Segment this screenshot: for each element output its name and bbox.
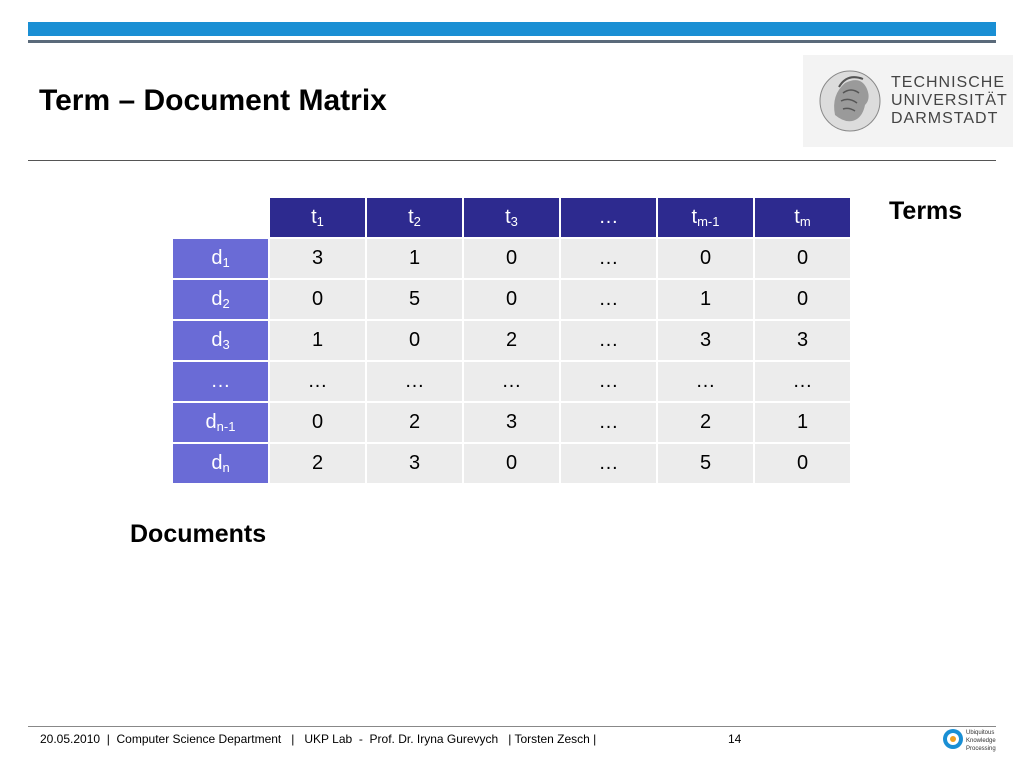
matrix-cell: 2 <box>462 319 561 362</box>
ukp-logo-text: Ubiquitous Knowledge Processing <box>966 729 996 753</box>
tu-darmstadt-logo: TECHNISCHE UNIVERSITÄT DARMSTADT <box>803 55 1013 147</box>
matrix-cell: … <box>559 319 658 362</box>
label-base: … <box>598 206 619 228</box>
matrix-cell: … <box>559 278 658 321</box>
matrix-cell: … <box>268 360 367 403</box>
label-base: d <box>211 452 223 474</box>
label-subscript: 1 <box>316 214 324 229</box>
matrix-row: d1 3 1 0… 0 0 <box>171 237 852 280</box>
row-header-document: d1 <box>171 237 270 280</box>
matrix-cell: 0 <box>753 237 852 280</box>
matrix-cell: 1 <box>753 401 852 444</box>
label-subscript: 1 <box>222 255 230 270</box>
matrix-cell: 3 <box>656 319 755 362</box>
matrix-cell: 3 <box>753 319 852 362</box>
matrix-cell: 1 <box>268 319 367 362</box>
label-base: d <box>211 247 223 269</box>
column-header-term: t2 <box>365 196 464 239</box>
athena-head-icon <box>819 70 881 132</box>
matrix-cell: … <box>365 360 464 403</box>
matrix-cell: 0 <box>268 278 367 321</box>
matrix-cell: 2 <box>365 401 464 444</box>
matrix-cell: … <box>559 401 658 444</box>
matrix-corner <box>171 196 270 239</box>
matrix-cell: 0 <box>753 278 852 321</box>
column-header-term: … <box>559 196 658 239</box>
label-subscript: n <box>222 460 230 475</box>
row-header-document: d3 <box>171 319 270 362</box>
term-document-matrix: t1 t2 t3… tm-1 tm d1 3 1 0… 0 0 d2 0 5 0… 1 0 d3 1 0 2… 3 3……… <box>171 196 852 485</box>
logo-wordmark: TECHNISCHE UNIVERSITÄT DARMSTADT <box>891 74 1008 128</box>
title-divider <box>28 160 996 161</box>
top-divider <box>28 40 996 43</box>
label-subscript: m <box>799 214 811 229</box>
matrix-cell: … <box>559 237 658 280</box>
row-header-document: dn <box>171 442 270 485</box>
top-accent-bar <box>28 22 996 36</box>
page-number: 14 <box>728 732 742 746</box>
column-header-term: tm <box>753 196 852 239</box>
matrix-cell: 5 <box>656 442 755 485</box>
matrix-header-row: t1 t2 t3 … tm-1 tm <box>171 196 852 239</box>
matrix-cell: 2 <box>268 442 367 485</box>
matrix-cell: 0 <box>462 237 561 280</box>
matrix-row: dn-1 0 2 3… 2 1 <box>171 401 852 444</box>
label-subscript: 2 <box>222 296 230 311</box>
matrix-row: d3 1 0 2… 3 3 <box>171 319 852 362</box>
row-header-document: dn-1 <box>171 401 270 444</box>
logo-line: TECHNISCHE <box>891 74 1006 91</box>
row-header-document: … <box>171 360 270 403</box>
ukp-line: Ubiquitous <box>966 730 995 736</box>
matrix-cell: 3 <box>462 401 561 444</box>
column-header-term: t1 <box>268 196 367 239</box>
ukp-logo-icon <box>943 729 963 749</box>
matrix-cell: … <box>656 360 755 403</box>
matrix-cell: … <box>559 442 658 485</box>
matrix-cell: 1 <box>365 237 464 280</box>
label-base: d <box>205 411 217 433</box>
documents-label: Documents <box>130 520 267 548</box>
matrix-cell: 1 <box>656 278 755 321</box>
terms-label: Terms <box>889 197 963 225</box>
ukp-line: Processing <box>966 746 996 752</box>
label-subscript: 3 <box>222 337 230 352</box>
row-header-document: d2 <box>171 278 270 321</box>
matrix-row: dn 2 3 0… 5 0 <box>171 442 852 485</box>
matrix-cell: … <box>559 360 658 403</box>
ukp-line: Knowledge <box>966 738 996 744</box>
matrix-cell: 0 <box>656 237 755 280</box>
matrix-cell: 2 <box>656 401 755 444</box>
matrix-row: d2 0 5 0… 1 0 <box>171 278 852 321</box>
label-base: … <box>210 370 231 392</box>
logo-line: DARMSTADT <box>891 110 999 127</box>
column-header-term: tm-1 <box>656 196 755 239</box>
slide-title: Term – Document Matrix <box>39 84 387 117</box>
matrix-cell: 0 <box>753 442 852 485</box>
matrix-cell: 0 <box>365 319 464 362</box>
matrix-cell: … <box>753 360 852 403</box>
matrix-cell: 5 <box>365 278 464 321</box>
matrix-body: d1 3 1 0… 0 0 d2 0 5 0… 1 0 d3 1 0 2… 3 3………………… dn-1 0 2 3… 2… <box>171 237 852 485</box>
label-subscript: 3 <box>510 214 518 229</box>
matrix-cell: 0 <box>268 401 367 444</box>
matrix-row: ………………… <box>171 360 852 403</box>
logo-line: UNIVERSITÄT <box>891 92 1008 109</box>
column-header-term: t3 <box>462 196 561 239</box>
label-subscript: n-1 <box>216 419 236 434</box>
matrix-cell: 3 <box>365 442 464 485</box>
matrix-cell: 3 <box>268 237 367 280</box>
label-subscript: m-1 <box>697 214 720 229</box>
label-subscript: 2 <box>413 214 421 229</box>
label-base: d <box>211 329 223 351</box>
label-base: d <box>211 288 223 310</box>
footer-text: 20.05.2010 | Computer Science Department… <box>40 732 597 746</box>
matrix-cell: 0 <box>462 442 561 485</box>
matrix-cell: 0 <box>462 278 561 321</box>
footer-divider <box>28 726 996 727</box>
matrix-cell: … <box>462 360 561 403</box>
